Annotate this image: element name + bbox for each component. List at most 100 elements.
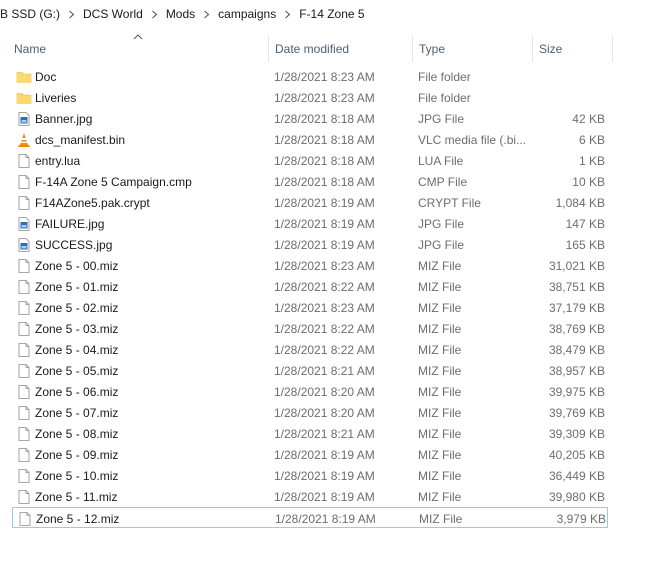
file-size: 40,205 KB [548, 447, 605, 462]
file-row[interactable]: entry.lua 1/28/2021 8:18 AM LUA File 1 KB [12, 150, 608, 171]
column-header-size[interactable]: Size [539, 36, 562, 62]
chevron-right-icon[interactable] [278, 10, 297, 19]
file-date: 1/28/2021 8:20 AM [274, 384, 375, 399]
file-row[interactable]: Zone 5 - 05.miz 1/28/2021 8:21 AM MIZ File… [12, 360, 608, 381]
file-row[interactable]: Zone 5 - 01.miz 1/28/2021 8:22 AM MIZ File… [12, 276, 608, 297]
file-name-cell: FAILURE.jpg [16, 213, 104, 234]
file-date: 1/28/2021 8:21 AM [274, 363, 375, 378]
file-name: F-14A Zone 5 Campaign.cmp [35, 174, 192, 189]
document-icon [16, 258, 32, 274]
file-type: LUA File [418, 153, 464, 168]
file-size: 165 KB [565, 237, 605, 252]
file-type: MIZ File [418, 300, 462, 315]
column-divider[interactable] [412, 36, 413, 62]
file-type: MIZ File [418, 279, 462, 294]
file-size: 39,309 KB [548, 426, 605, 441]
file-size: 39,975 KB [548, 384, 605, 399]
document-icon [16, 489, 32, 505]
file-name: Zone 5 - 06.miz [35, 384, 119, 399]
document-icon [16, 153, 32, 169]
file-row[interactable]: Zone 5 - 10.miz 1/28/2021 8:19 AM MIZ File… [12, 465, 608, 486]
file-name: Zone 5 - 00.miz [35, 258, 119, 273]
file-type: MIZ File [418, 258, 462, 273]
breadcrumb-item[interactable]: Mods [164, 7, 197, 21]
file-date: 1/28/2021 8:22 AM [274, 321, 375, 336]
file-row[interactable]: Zone 5 - 11.miz 1/28/2021 8:19 AM MIZ File… [12, 486, 608, 507]
file-row[interactable]: F-14A Zone 5 Campaign.cmp 1/28/2021 8:18 … [12, 171, 608, 192]
file-name-cell: Zone 5 - 06.miz [16, 381, 118, 402]
breadcrumb-item[interactable]: F-14 Zone 5 [297, 7, 366, 21]
file-size: 36,449 KB [548, 468, 605, 483]
file-row[interactable]: Zone 5 - 09.miz 1/28/2021 8:19 AM MIZ File… [12, 444, 608, 465]
file-row[interactable]: Zone 5 - 02.miz 1/28/2021 8:23 AM MIZ File… [12, 297, 608, 318]
file-date: 1/28/2021 8:19 AM [275, 511, 376, 526]
file-row[interactable]: Zone 5 - 00.miz 1/28/2021 8:23 AM MIZ File… [12, 255, 608, 276]
file-type: File folder [418, 90, 471, 105]
file-name: SUCCESS.jpg [35, 237, 113, 252]
file-date: 1/28/2021 8:20 AM [274, 405, 375, 420]
document-icon [16, 342, 32, 358]
document-icon [16, 321, 32, 337]
file-row[interactable]: F14AZone5.pak.crypt 1/28/2021 8:19 AM CRYP… [12, 192, 608, 213]
file-name-cell: Zone 5 - 03.miz [16, 318, 118, 339]
file-row[interactable]: dcs_manifest.bin 1/28/2021 8:18 AM VLC med… [12, 129, 608, 150]
file-row[interactable]: Zone 5 - 07.miz 1/28/2021 8:20 AM MIZ File… [12, 402, 608, 423]
chevron-right-icon[interactable] [197, 10, 216, 19]
file-size: 37,179 KB [548, 300, 605, 315]
chevron-right-icon[interactable] [62, 10, 81, 19]
file-row[interactable]: SUCCESS.jpg 1/28/2021 8:19 AM JPG File 165 … [12, 234, 608, 255]
file-row[interactable]: Zone 5 - 12.miz 1/28/2021 8:19 AM MIZ File… [12, 507, 608, 528]
column-header-type[interactable]: Type [419, 36, 445, 62]
file-row[interactable]: Banner.jpg 1/28/2021 8:18 AM JPG File 42 KB [12, 108, 608, 129]
file-type: MIZ File [418, 405, 462, 420]
column-divider[interactable] [268, 36, 269, 62]
chevron-right-icon[interactable] [145, 10, 164, 19]
file-name-cell: Zone 5 - 08.miz [16, 423, 118, 444]
file-size: 31,021 KB [548, 258, 605, 273]
breadcrumb-item[interactable]: campaigns [216, 7, 278, 21]
file-row[interactable]: Zone 5 - 04.miz 1/28/2021 8:22 AM MIZ File… [12, 339, 608, 360]
document-icon [16, 363, 32, 379]
file-type: MIZ File [418, 447, 462, 462]
file-name-cell: Liveries [16, 87, 76, 108]
file-date: 1/28/2021 8:21 AM [274, 426, 375, 441]
document-icon [16, 300, 32, 316]
column-divider[interactable] [532, 36, 533, 62]
file-row[interactable]: Zone 5 - 06.miz 1/28/2021 8:20 AM MIZ File… [12, 381, 608, 402]
file-name-cell: F14AZone5.pak.crypt [16, 192, 150, 213]
column-header-name[interactable]: Name [14, 36, 46, 62]
file-name-cell: Zone 5 - 04.miz [16, 339, 118, 360]
file-row[interactable]: Zone 5 - 03.miz 1/28/2021 8:22 AM MIZ File… [12, 318, 608, 339]
file-size: 3,979 KB [556, 511, 606, 526]
file-date: 1/28/2021 8:23 AM [274, 300, 375, 315]
document-icon [17, 511, 33, 527]
file-name: Doc [35, 69, 57, 84]
file-row[interactable]: Zone 5 - 08.miz 1/28/2021 8:21 AM MIZ File… [12, 423, 608, 444]
file-name-cell: Banner.jpg [16, 108, 92, 129]
file-date: 1/28/2021 8:19 AM [274, 468, 375, 483]
column-divider[interactable] [612, 36, 613, 62]
file-date: 1/28/2021 8:19 AM [274, 489, 375, 504]
file-date: 1/28/2021 8:18 AM [274, 153, 375, 168]
file-date: 1/28/2021 8:18 AM [274, 111, 375, 126]
document-icon [16, 279, 32, 295]
file-row[interactable]: Liveries 1/28/2021 8:23 AM File folder [12, 87, 608, 108]
file-name: Zone 5 - 09.miz [35, 447, 119, 462]
file-date: 1/28/2021 8:19 AM [274, 237, 375, 252]
document-icon [16, 384, 32, 400]
image-file-icon [16, 216, 32, 232]
file-row[interactable]: FAILURE.jpg 1/28/2021 8:19 AM JPG File 147 … [12, 213, 608, 234]
file-row[interactable]: Doc 1/28/2021 8:23 AM File folder [12, 66, 608, 87]
sort-ascending-icon [133, 34, 143, 40]
file-type: JPG File [418, 111, 465, 126]
file-size: 39,980 KB [548, 489, 605, 504]
column-header-date[interactable]: Date modified [275, 36, 349, 62]
file-name-cell: Zone 5 - 10.miz [16, 465, 118, 486]
file-name-cell: Zone 5 - 05.miz [16, 360, 118, 381]
image-file-icon [16, 111, 32, 127]
breadcrumb-item[interactable]: B SSD (G:) [0, 7, 62, 21]
file-name: Zone 5 - 10.miz [35, 468, 119, 483]
breadcrumb-item[interactable]: DCS World [81, 7, 145, 21]
column-header-type-label: Type [419, 42, 446, 56]
file-size: 6 KB [578, 132, 605, 147]
